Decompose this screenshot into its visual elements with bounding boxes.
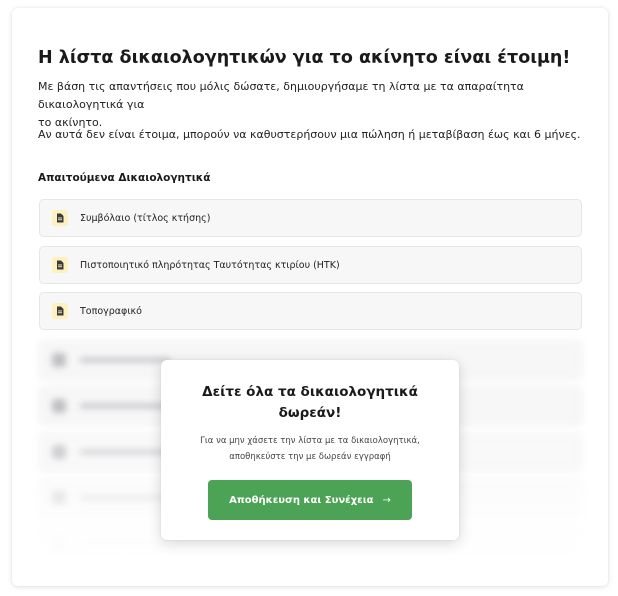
cta-label: Αποθήκευση και Συνέχεια [229, 494, 374, 506]
locked-document-icon [52, 445, 66, 459]
document-item: Συμβόλαιο (τίτλος κτήσης) [39, 199, 582, 237]
document-item: Τοπογραφικό [39, 292, 582, 330]
document-label: Πιστοποιητικό πληρότητας Ταυτότητας κτιρ… [80, 259, 340, 271]
save-and-continue-button[interactable]: Αποθήκευση και Συνέχεια → [208, 480, 412, 520]
results-card: Η λίστα δικαιολογητικών για το ακίνητο ε… [12, 8, 608, 586]
document-icon [52, 303, 68, 319]
document-item: Πιστοποιητικό πληρότητας Ταυτότητας κτιρ… [39, 246, 582, 284]
locked-document-icon [52, 399, 66, 413]
intro-text: Με βάση τις απαντήσεις που μόλις δώσατε,… [38, 78, 586, 132]
intro-line-1: Με βάση τις απαντήσεις που μόλις δώσατε,… [38, 80, 524, 111]
document-label: Συμβόλαιο (τίτλος κτήσης) [80, 212, 211, 224]
arrow-right-icon: → [382, 494, 391, 506]
document-icon [52, 210, 68, 226]
warning-text: Αν αυτά δεν είναι έτοιμα, μπορούν να καθ… [38, 128, 581, 141]
page-title: Η λίστα δικαιολογητικών για το ακίνητο ε… [38, 48, 571, 68]
document-icon [52, 257, 68, 273]
locked-document-icon [52, 353, 66, 367]
documents-section-title: Απαιτούμενα Δικαιολογητικά [38, 172, 211, 184]
modal-title: Δείτε όλα τα δικαιολογητικά δωρεάν! [202, 384, 418, 421]
signup-modal: Δείτε όλα τα δικαιολογητικά δωρεάν! Για … [161, 360, 459, 540]
modal-description: Για να μην χάσετε την λίστα με τα δικαιο… [200, 436, 420, 462]
document-label: Τοπογραφικό [80, 305, 142, 317]
